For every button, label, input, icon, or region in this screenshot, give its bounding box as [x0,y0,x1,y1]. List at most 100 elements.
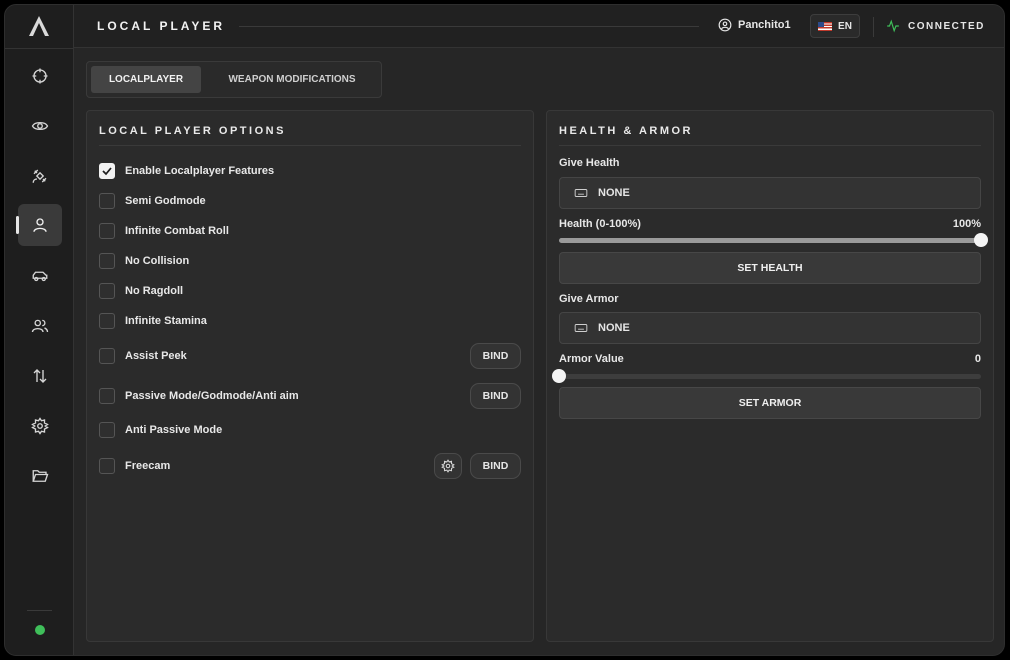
panel-title: LOCAL PLAYER OPTIONS [99,125,286,137]
us-flag-icon [818,21,833,31]
sidebar-item-vehicles[interactable] [18,255,62,297]
sidebar-item-satellite[interactable] [18,155,62,197]
header: LOCAL PLAYER Panchito1 EN CONNECTED [74,5,1004,48]
option-label: Anti Passive Mode [125,424,223,436]
option-label: No Ragdoll [125,285,184,297]
health-label: Health (0-100%) [559,218,641,230]
crosshair-icon [32,68,48,84]
checkbox[interactable] [99,313,115,329]
option-infinite-combat-roll[interactable]: Infinite Combat Roll [99,220,521,242]
check-icon [102,167,112,176]
health-armor-panel: HEALTH & ARMOR Give Health NONE Health (… [546,110,994,642]
sidebar-item-settings[interactable] [18,405,62,447]
set-armor-button[interactable]: SET ARMOR [559,387,981,419]
car-icon [32,271,48,282]
sidebar-item-configs[interactable] [18,455,62,497]
checkbox[interactable] [99,422,115,438]
checkbox[interactable] [99,253,115,269]
checkbox[interactable] [99,348,115,364]
language-button[interactable]: EN [810,14,860,38]
tab-localplayer[interactable]: LOCALPLAYER [91,66,201,93]
option-label: Semi Godmode [125,195,206,207]
user-circle-icon [718,18,732,32]
option-passive-mode[interactable]: Passive Mode/Godmode/Anti aim BIND [99,383,521,409]
give-health-keybind[interactable]: NONE [559,177,981,209]
keybind-value: NONE [598,322,630,334]
checkbox[interactable] [99,458,115,474]
option-label: No Collision [125,255,190,267]
option-anti-passive-mode[interactable]: Anti Passive Mode [99,419,521,441]
freecam-settings-button[interactable] [434,453,462,479]
checkbox[interactable] [99,388,115,404]
bind-button[interactable]: BIND [470,383,521,409]
arrows-up-down-icon [33,369,47,383]
sidebar-divider [5,48,74,49]
checkbox[interactable] [99,163,115,179]
sidebar-item-aimbot[interactable] [18,55,62,97]
gear-icon [441,459,455,473]
header-separator [873,17,874,37]
connection-status: CONNECTED [886,19,985,33]
keyboard-icon [574,189,588,197]
option-freecam[interactable]: Freecam BIND [99,453,521,479]
keybind-value: NONE [598,187,630,199]
option-label: Assist Peek [125,350,187,362]
armor-value-label: Armor Value [559,353,624,365]
checkbox[interactable] [99,223,115,239]
option-no-collision[interactable]: No Collision [99,250,521,272]
slider-thumb[interactable] [974,233,988,247]
option-label: Infinite Stamina [125,315,207,327]
panel-title: HEALTH & ARMOR [559,125,693,137]
option-enable-localplayer-features[interactable]: Enable Localplayer Features [99,160,521,182]
keyboard-icon [574,324,588,332]
health-slider[interactable] [559,233,988,247]
eye-icon [31,121,49,131]
option-semi-godmode[interactable]: Semi Godmode [99,190,521,212]
bind-button[interactable]: BIND [470,343,521,369]
logo-icon [29,16,49,36]
sidebar-item-visuals[interactable] [18,105,62,147]
armor-value: 0 [974,353,981,365]
sidebar-item-local-player[interactable] [16,204,62,246]
option-infinite-stamina[interactable]: Infinite Stamina [99,310,521,332]
option-label: Infinite Combat Roll [125,225,229,237]
slider-thumb[interactable] [552,369,566,383]
users-icon [31,319,49,333]
option-label: Enable Localplayer Features [125,165,275,177]
panel-divider [99,145,521,146]
user-profile[interactable]: Panchito1 [718,18,791,32]
panel-divider [559,145,981,146]
folder-icon [32,470,49,482]
status-indicator [35,625,45,635]
sidebar [5,5,74,655]
set-health-button[interactable]: SET HEALTH [559,252,981,284]
checkbox[interactable] [99,283,115,299]
option-no-ragdoll[interactable]: No Ragdoll [99,280,521,302]
option-assist-peek[interactable]: Assist Peek BIND [99,343,521,369]
local-player-options-panel: LOCAL PLAYER OPTIONS Enable Localplayer … [86,110,534,642]
sidebar-item-players[interactable] [18,305,62,347]
username: Panchito1 [738,19,791,31]
option-label: Freecam [125,460,171,472]
app-window: LOCAL PLAYER Panchito1 EN CONNECTED LOCA… [4,4,1005,656]
user-icon [33,218,47,232]
health-value: 100% [952,218,981,230]
connection-label: CONNECTED [908,20,985,32]
tab-weapon-modifications[interactable]: WEAPON MODIFICATIONS [205,66,379,93]
gear-icon [31,417,49,435]
sidebar-bottom-divider [27,610,52,611]
give-armor-keybind[interactable]: NONE [559,312,981,344]
page-title: LOCAL PLAYER [97,19,226,33]
header-divider [239,26,699,27]
bind-button[interactable]: BIND [470,453,521,479]
armor-slider[interactable] [552,369,981,383]
sidebar-item-transfer[interactable] [18,355,62,397]
give-health-label: Give Health [559,157,620,169]
checkbox[interactable] [99,193,115,209]
language-label: EN [838,20,852,32]
tab-bar: LOCALPLAYER WEAPON MODIFICATIONS [86,61,382,98]
option-label: Passive Mode/Godmode/Anti aim [125,390,299,402]
satellite-icon [32,169,47,183]
slider-fill [559,238,981,243]
activity-icon [887,19,899,33]
